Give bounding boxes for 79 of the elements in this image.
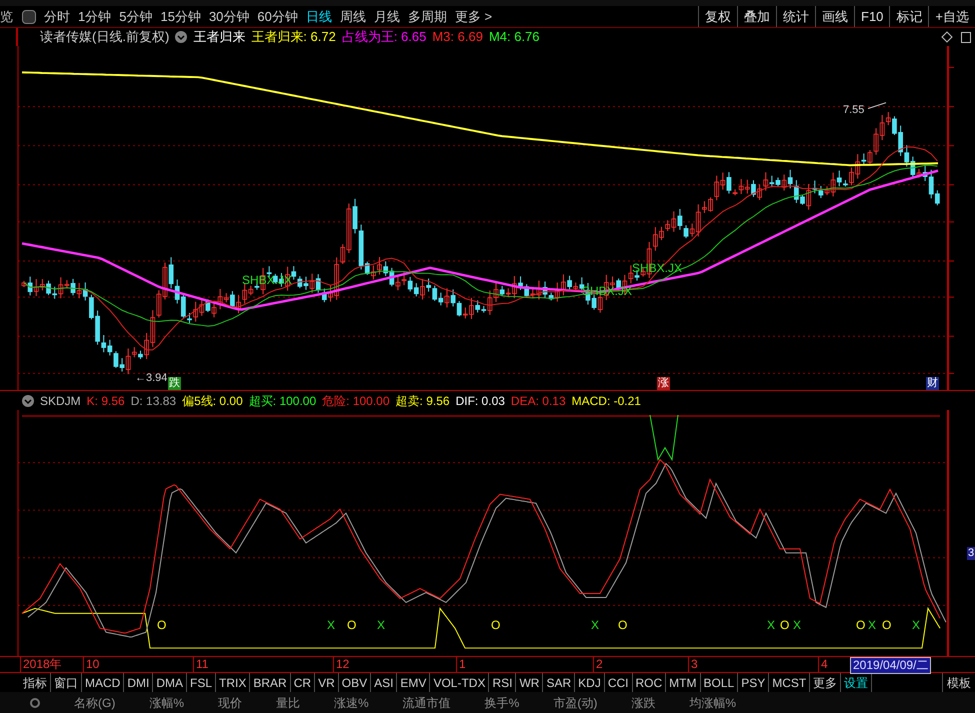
toolbar-button[interactable]: 复权: [698, 6, 737, 27]
column-header[interactable]: 流通市值: [402, 694, 451, 712]
column-header[interactable]: 换手%: [484, 694, 520, 712]
window-icon[interactable]: [961, 32, 971, 42]
legend-value: 王者归来: [193, 28, 246, 46]
legend-value: 超买: 100.00: [248, 392, 316, 410]
column-header[interactable]: 市盈(动): [553, 694, 598, 712]
column-header[interactable]: 现价: [218, 694, 242, 712]
event-marker[interactable]: 涨: [657, 377, 670, 390]
period-tab[interactable]: 60分钟: [257, 6, 298, 26]
toolbar-button[interactable]: 画线: [815, 6, 854, 27]
toolbar-button[interactable]: 统计: [776, 6, 815, 27]
date-label: 2: [593, 657, 603, 672]
signal-marker: O: [157, 617, 166, 634]
toolbar-button[interactable]: 标记: [889, 6, 928, 27]
legend-value: D: 13.83: [130, 392, 176, 410]
signal-marker: O: [882, 617, 892, 634]
nav-label[interactable]: 览: [0, 6, 16, 27]
signal-marker: X: [377, 617, 386, 634]
column-header[interactable]: 涨跌: [631, 694, 656, 712]
date-label: 12: [333, 657, 350, 672]
legend-value: K: 9.56: [86, 392, 125, 410]
chart-title: 读者传媒(日线.前复权): [40, 28, 170, 46]
date-label: 11: [193, 657, 208, 672]
legend-value: 偏5线: 0.00: [182, 392, 243, 410]
cursor-date: 2019/04/09/二: [850, 657, 932, 674]
legend-value: 占线为王: 6.65: [342, 28, 426, 46]
panel-toggle-icon[interactable]: [22, 10, 36, 24]
chevron-icon[interactable]: [22, 394, 34, 406]
chevron-icon[interactable]: [175, 31, 188, 43]
event-marker[interactable]: 跌: [168, 377, 181, 390]
signal-marker: O: [491, 617, 500, 634]
date-label: 4: [818, 657, 828, 672]
date-label: 1: [456, 657, 466, 672]
toolbar-button[interactable]: F10: [854, 6, 890, 27]
leader-line: [868, 102, 886, 110]
date-label: 10: [83, 657, 100, 672]
signal-marker: O: [347, 617, 356, 634]
toolbar-button[interactable]: 叠加: [737, 6, 776, 27]
period-tab[interactable]: 分时: [44, 6, 70, 26]
period-tab[interactable]: 周线: [340, 6, 366, 26]
column-header[interactable]: 均涨幅%: [689, 694, 736, 712]
indicator-name: SKDJM: [40, 392, 81, 410]
column-header[interactable]: 涨幅%: [149, 694, 184, 712]
column-header[interactable]: 涨速%: [334, 694, 369, 712]
legend-value: DIF: 0.03: [456, 392, 505, 410]
period-tab[interactable]: 更多 >: [454, 6, 492, 26]
legend-value: DEA: 0.13: [510, 392, 566, 410]
legend-value: 危险: 100.00: [322, 392, 390, 410]
legend-value: M4: 6.76: [488, 28, 540, 46]
date-label: 2018年: [20, 657, 62, 672]
period-tab[interactable]: 30分钟: [208, 6, 250, 26]
high-price-label: 7.55: [843, 103, 864, 118]
signal-marker: X: [868, 617, 876, 634]
axis-value-tag: 3: [967, 547, 975, 560]
signal-marker: X: [793, 617, 802, 634]
signal-marker: O: [618, 617, 628, 634]
signal-marker: O: [856, 617, 866, 634]
period-tab[interactable]: 5分钟: [119, 6, 152, 26]
event-marker[interactable]: 财: [926, 377, 939, 390]
period-tab[interactable]: 1分钟: [78, 6, 112, 26]
period-tab[interactable]: 15分钟: [160, 6, 201, 26]
signal-marker: X: [767, 617, 776, 634]
period-tab[interactable]: 日线: [306, 6, 332, 26]
legend-value: 王者归来: 6.72: [251, 28, 336, 46]
low-price-label: ←3.94: [135, 371, 168, 386]
legend-value: M3: 6.69: [432, 28, 483, 46]
column-header[interactable]: 量比: [276, 694, 300, 712]
signal-marker: X: [912, 617, 920, 634]
signal-marker: O: [780, 617, 790, 634]
period-tab[interactable]: 月线: [374, 6, 400, 26]
column-header[interactable]: 名称(G): [74, 694, 116, 712]
legend-value: 超卖: 9.56: [396, 392, 450, 410]
signal-marker: X: [327, 617, 336, 634]
period-tab[interactable]: 多周期: [408, 6, 447, 26]
toolbar-button[interactable]: +自选: [928, 6, 975, 27]
signal-marker: X: [591, 617, 600, 634]
date-label: 3: [688, 657, 698, 672]
legend-value: MACD: -0.21: [572, 392, 641, 410]
